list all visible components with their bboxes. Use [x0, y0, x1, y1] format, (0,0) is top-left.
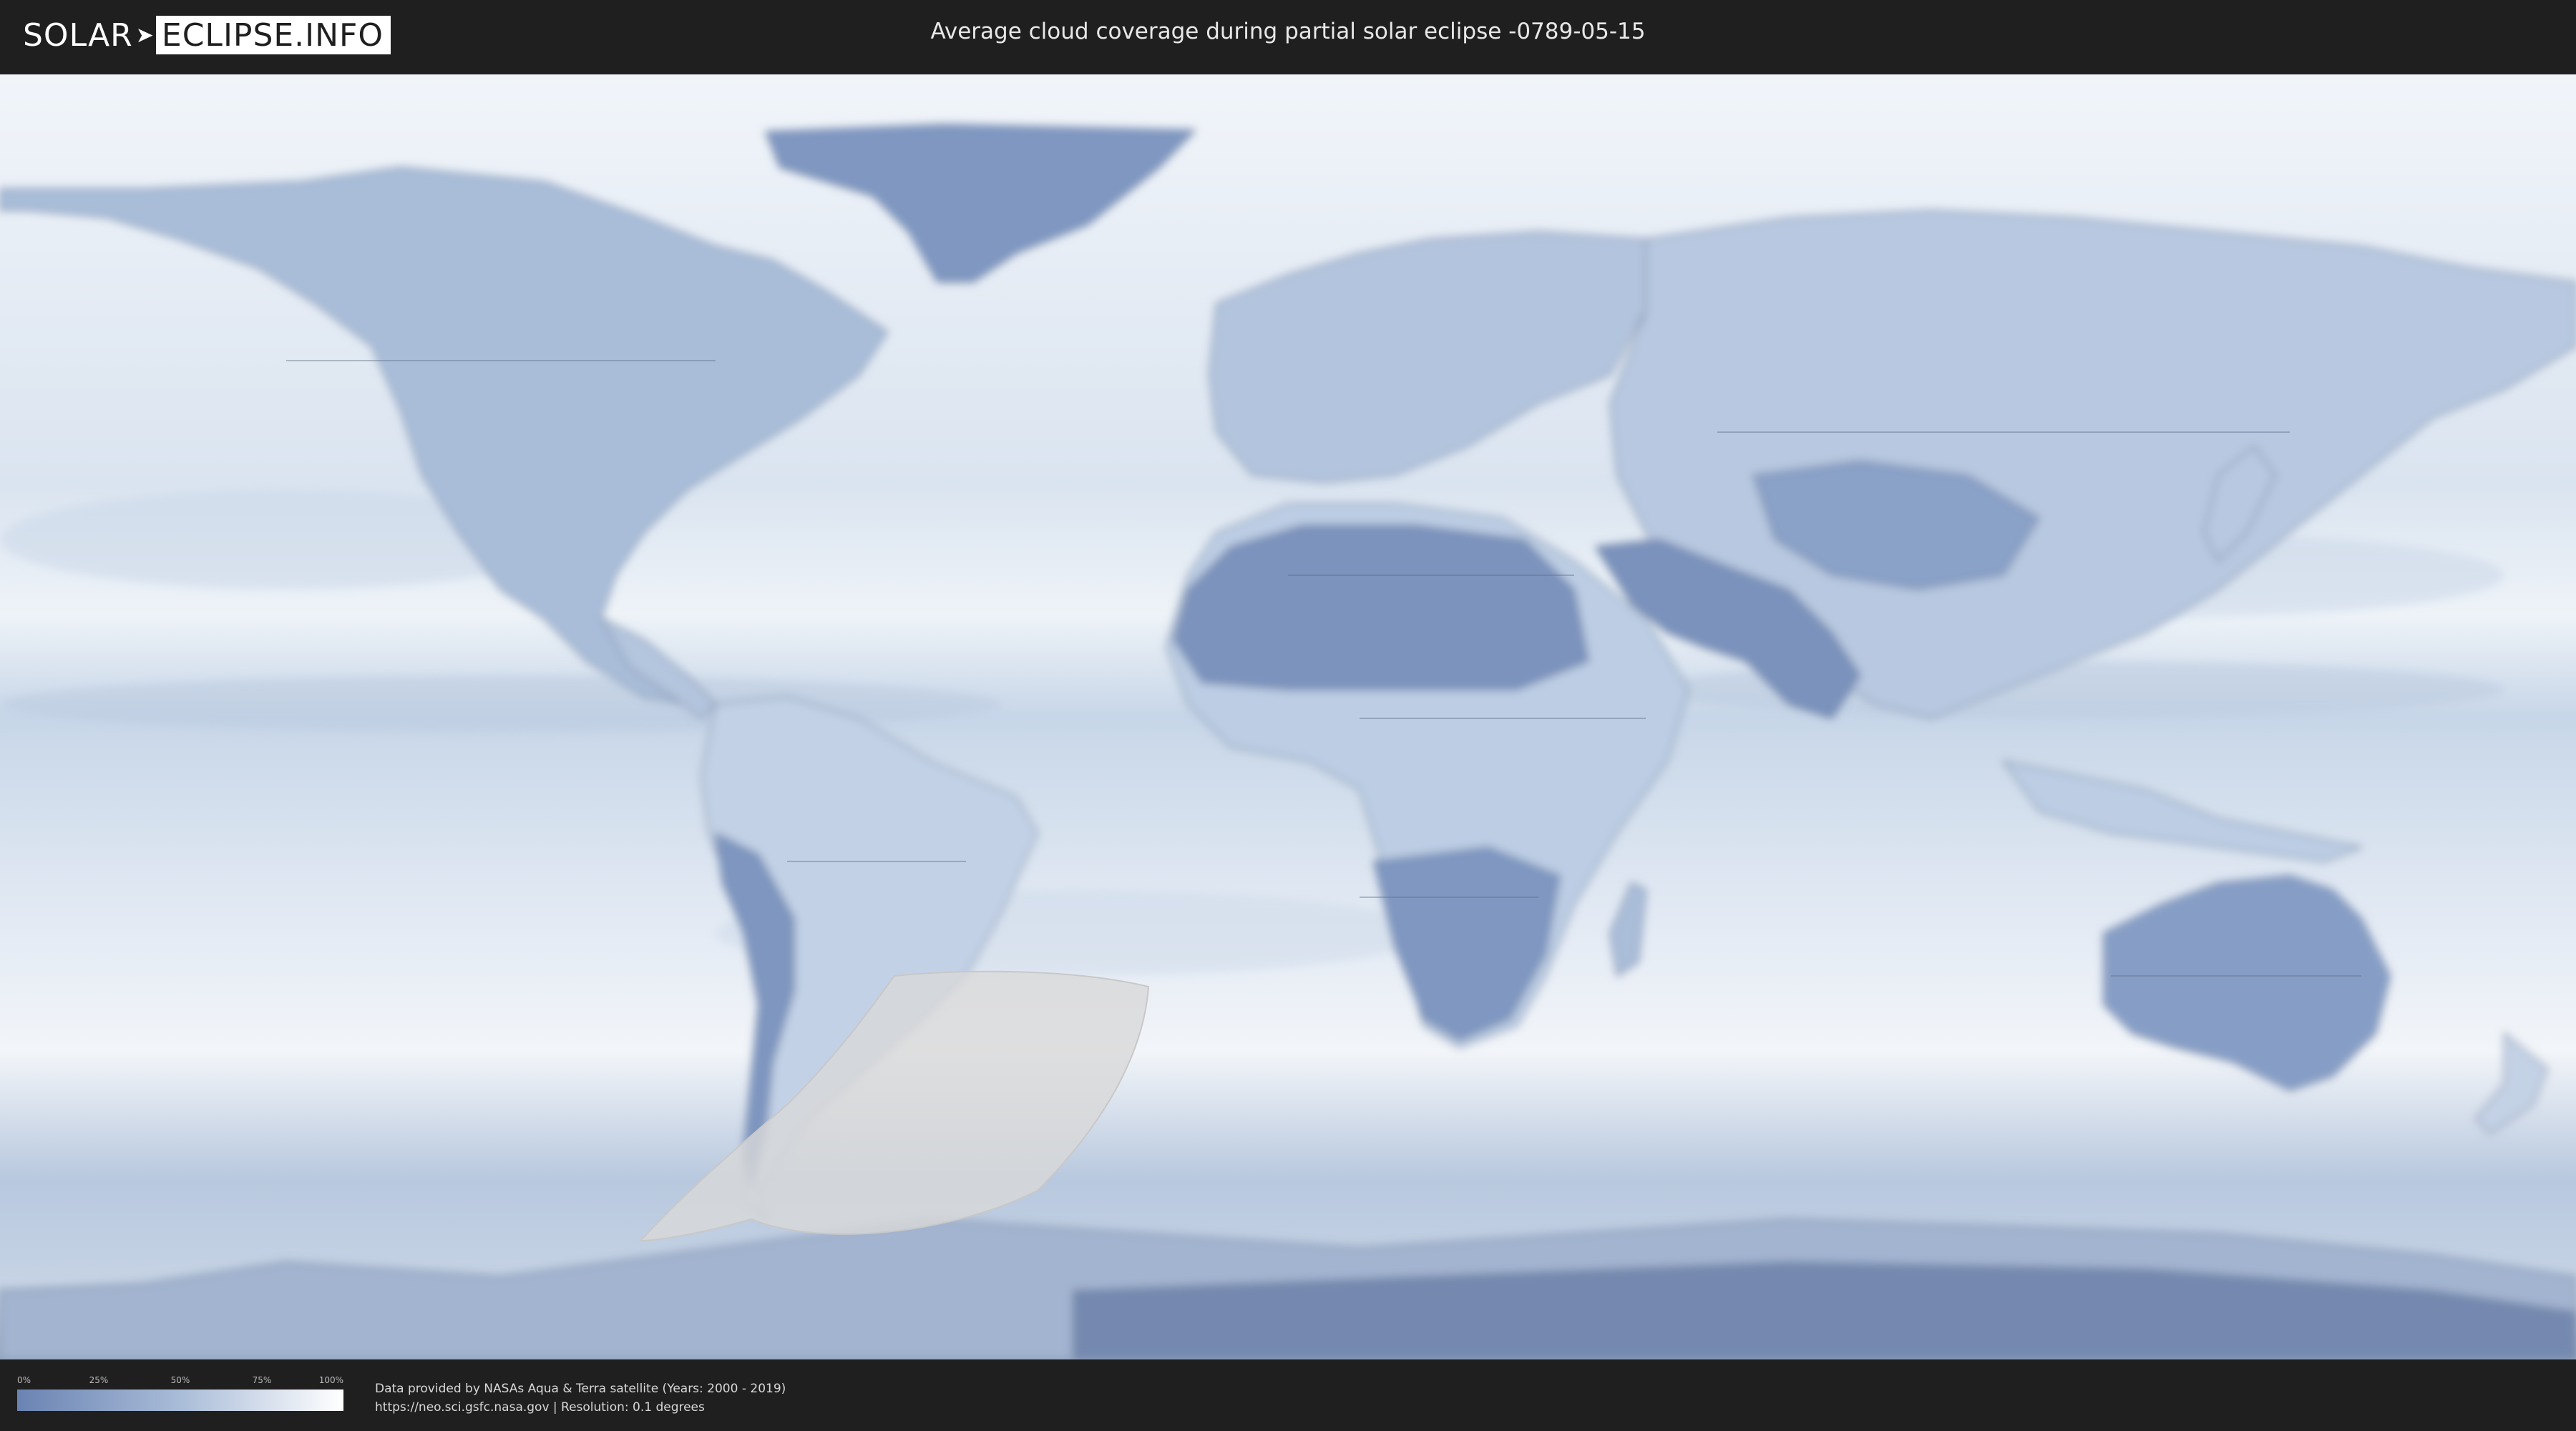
- world-map-svg: [0, 74, 2576, 1359]
- legend-tick: 100%: [318, 1375, 343, 1385]
- legend-tick: 25%: [89, 1375, 109, 1385]
- credits-line-1: Data provided by NASAs Aqua & Terra sate…: [375, 1382, 786, 1396]
- legend-tick: 75%: [252, 1375, 272, 1385]
- sahara-region: [1173, 524, 1589, 690]
- credits-line-2: https://neo.sci.gsfc.nasa.gov | Resoluti…: [375, 1400, 705, 1415]
- page-title: Average cloud coverage during partial so…: [930, 19, 1646, 44]
- cloud-coverage-map[interactable]: [0, 74, 2576, 1359]
- footer-bar: 0% 25% 50% 75% 100% Data provided by NAS…: [0, 1359, 2576, 1431]
- data-credits: Data provided by NASAs Aqua & Terra sate…: [375, 1379, 786, 1417]
- legend-tick: 50%: [170, 1375, 190, 1385]
- cloud-legend: 0% 25% 50% 75% 100%: [17, 1375, 343, 1411]
- legend-ticks: 0% 25% 50% 75% 100%: [17, 1375, 343, 1388]
- legend-tick: 0%: [17, 1375, 31, 1385]
- legend-gradient-bar: [17, 1390, 343, 1411]
- header-bar: SOLAR ➤ ECLIPSE.INFO Average cloud cover…: [0, 0, 2576, 72]
